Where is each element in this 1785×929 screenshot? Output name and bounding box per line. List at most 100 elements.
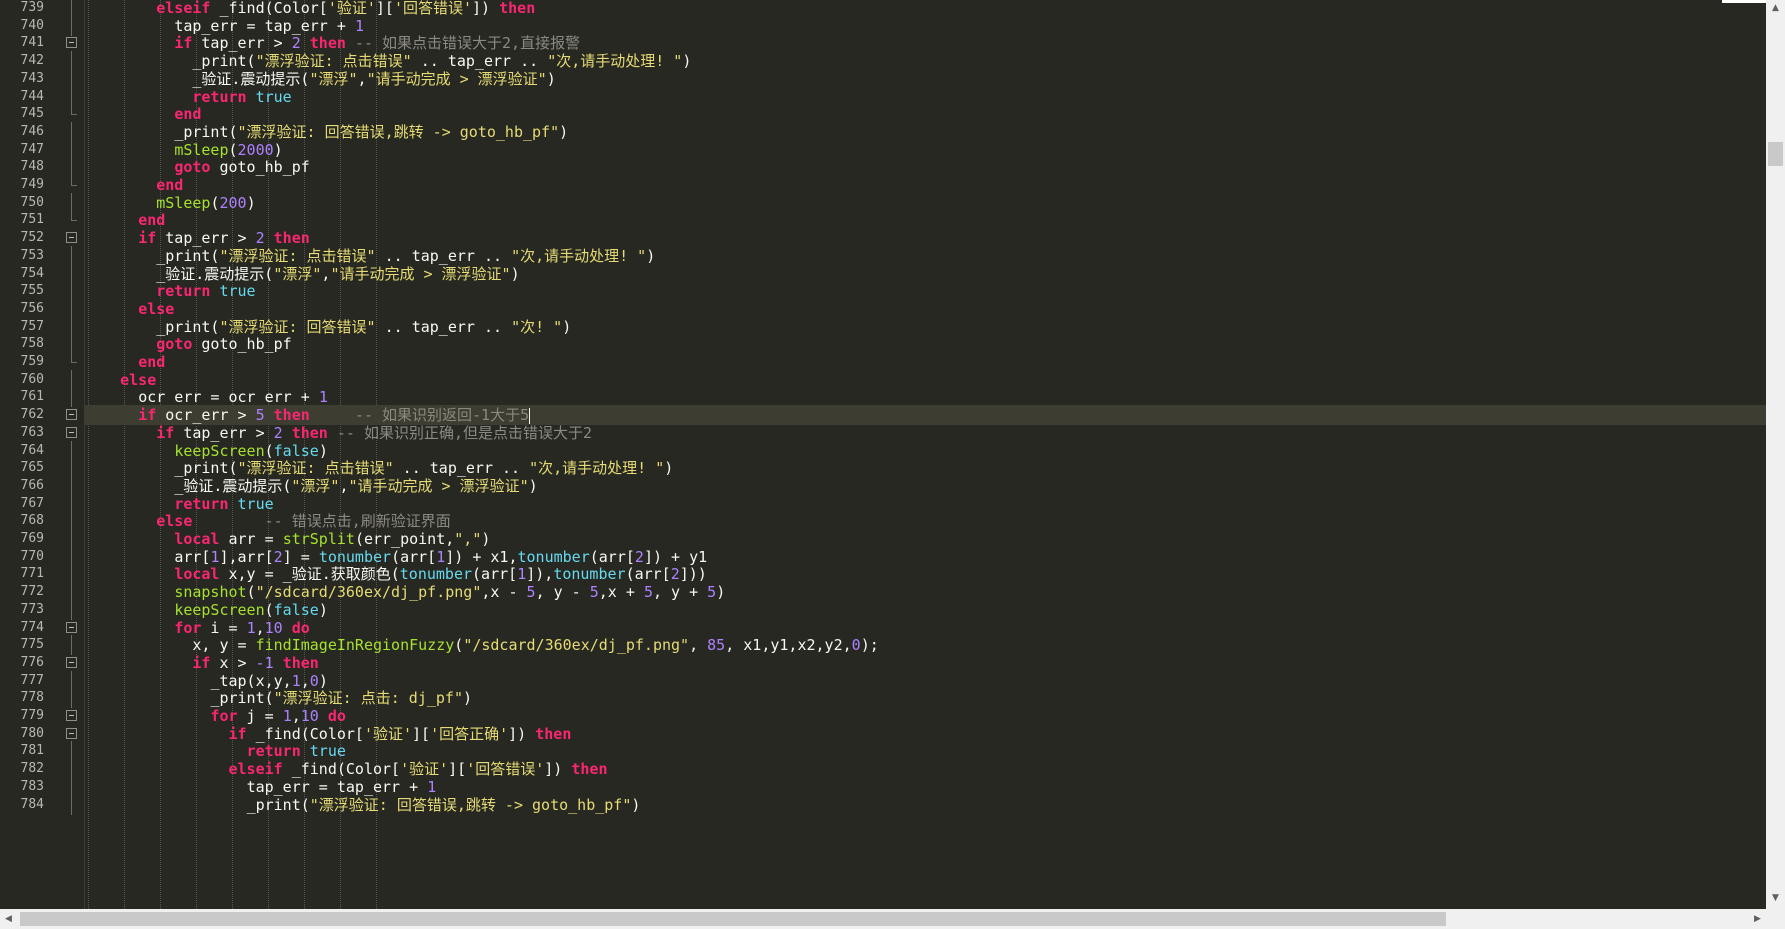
code-token: mSleep xyxy=(156,193,211,212)
code-token: do xyxy=(291,618,310,637)
code-line[interactable]: 784 _print("漂浮验证: 回答错误,跳转 -> goto_hb_pf"… xyxy=(0,794,1766,815)
code-token: _print( xyxy=(210,689,274,708)
code-token: 1 xyxy=(436,547,446,566)
line-number: 784 xyxy=(20,796,44,812)
code-token: "/sdcard/360ex/dj_pf.png" xyxy=(463,636,690,655)
code-token: x, y = xyxy=(192,636,256,655)
code-token: findImageInRegionFuzzy xyxy=(255,636,455,655)
code-token: ],arr[ xyxy=(219,547,274,566)
code-token: local xyxy=(174,530,220,548)
vertical-scroll-thumb[interactable] xyxy=(1768,142,1783,166)
code-token: ][ xyxy=(375,0,394,17)
code-token: -- 如果识别正确,但是点击错误大于2 xyxy=(327,423,593,442)
code-token: ( xyxy=(246,583,256,602)
code-token: "/sdcard/360ex/dj_pf.png" xyxy=(255,583,482,602)
code-token: goto_hb_pf xyxy=(210,158,310,177)
code-token: ]) xyxy=(472,0,500,17)
code-token: _print( xyxy=(192,52,256,71)
code-token: elseif xyxy=(156,0,211,17)
code-token: ) xyxy=(546,69,556,88)
code-token: -- 如果点击错误大于2,直接报警 xyxy=(345,34,581,53)
code-token: j = xyxy=(237,707,283,725)
code-token: _验证.震动提示( xyxy=(174,476,292,495)
code-token: 1 xyxy=(427,777,437,796)
code-token: , xyxy=(357,69,367,88)
code-token: (err_point, xyxy=(354,530,455,548)
code-token: then xyxy=(571,760,608,779)
code-token: _print( xyxy=(246,795,310,814)
scroll-left-arrow-icon[interactable]: ◀ xyxy=(0,909,17,929)
scroll-right-arrow-icon[interactable]: ▶ xyxy=(1749,909,1766,929)
code-token: keepScreen xyxy=(174,600,265,619)
code-token: false xyxy=(273,441,319,460)
code-token: true xyxy=(255,87,292,106)
code-token: ) xyxy=(716,583,726,602)
scroll-down-arrow-icon[interactable]: ▼ xyxy=(1766,890,1785,907)
code-token: ( xyxy=(264,441,274,460)
code-token: then xyxy=(499,0,536,17)
code-token: if xyxy=(174,34,193,53)
code-token: '回答错误' xyxy=(393,0,473,17)
code-token: , y + xyxy=(652,583,708,602)
scroll-up-arrow-icon[interactable]: ▲ xyxy=(1766,0,1785,17)
code-token: , xyxy=(339,476,349,495)
code-token: .. tap_err .. xyxy=(393,459,530,478)
code-token: _print( xyxy=(156,317,220,336)
code-token: ) xyxy=(631,795,641,814)
code-token: strSplit xyxy=(282,530,355,548)
code-token: return xyxy=(156,282,211,301)
code-token: ) xyxy=(646,246,656,265)
code-token: 200 xyxy=(219,193,247,212)
code-token: 1 xyxy=(517,565,527,584)
window-edge xyxy=(1722,0,1766,3)
code-token: , xyxy=(255,618,265,637)
code-token: 5 xyxy=(589,583,599,602)
code-token: , x1,y1,x2,y2, xyxy=(725,636,852,655)
vertical-scrollbar[interactable]: ▲ ▼ xyxy=(1766,0,1785,909)
code-token: 10 xyxy=(300,707,319,725)
code-token: .. tap_err .. xyxy=(411,52,548,71)
code-token: 1 xyxy=(318,388,328,407)
horizontal-scroll-thumb[interactable] xyxy=(20,912,1446,926)
code-token: tap_err = tap_err + xyxy=(246,777,428,796)
horizontal-scrollbar[interactable]: ◀ ▶ xyxy=(0,909,1766,929)
code-token: 1 xyxy=(291,671,301,690)
code-token: _验证.震动提示( xyxy=(156,264,274,283)
code-token: false xyxy=(273,600,319,619)
code-token: "漂浮验证: 点击错误" xyxy=(255,52,412,71)
code-token: arr = xyxy=(219,530,283,548)
code-token: tonumber xyxy=(517,547,590,566)
code-token: then xyxy=(273,229,310,248)
code-token: 5 xyxy=(255,406,265,425)
code-token: , xyxy=(689,636,708,655)
code-token: "漂浮验证: 点击错误" xyxy=(237,459,394,478)
code-token: "次! " xyxy=(511,317,563,336)
code-token: if xyxy=(138,406,157,425)
code-editor[interactable]: 739 elseif _find(Color['验证']['回答错误']) th… xyxy=(0,0,1766,909)
code-token: _print( xyxy=(174,122,238,141)
